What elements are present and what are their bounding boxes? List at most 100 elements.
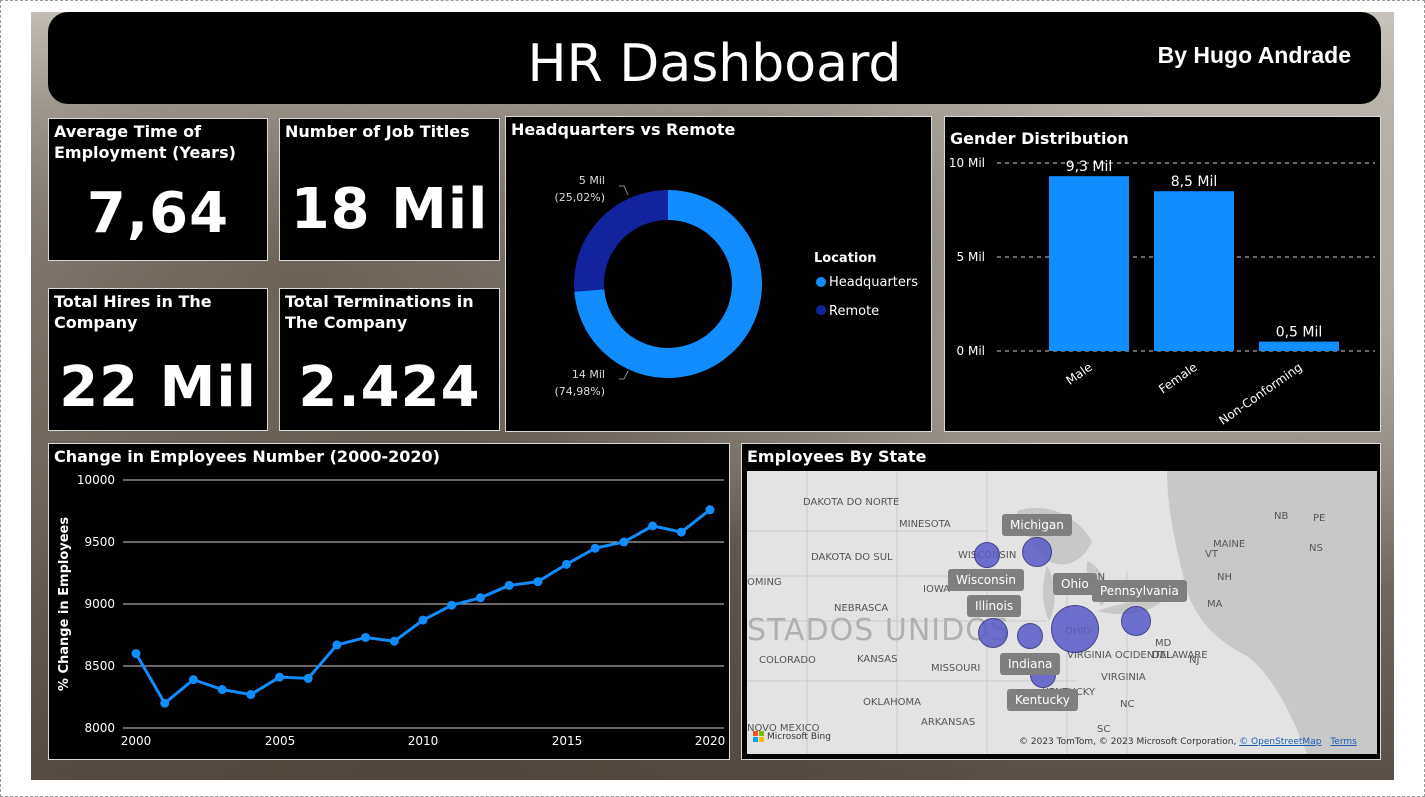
region-label: OMING — [747, 577, 782, 588]
card-total-hires[interactable]: Total Hires in The Company 22 Mil — [48, 288, 268, 431]
region-label: IOWA — [923, 584, 951, 595]
bing-label: Microsoft Bing — [767, 731, 831, 742]
card-label: Total Hires in The Company — [54, 292, 212, 332]
region-label: NC — [1120, 699, 1135, 710]
terms-link[interactable]: Terms — [1330, 737, 1357, 747]
bar-male[interactable] — [1049, 176, 1129, 351]
data-point[interactable] — [246, 690, 256, 700]
y-tick-label: 5 Mil — [957, 250, 985, 264]
x-tick-label: Male — [1063, 360, 1094, 388]
data-point[interactable] — [160, 698, 170, 708]
data-point[interactable] — [361, 632, 371, 642]
author-label: By Hugo Andrade — [1157, 42, 1351, 68]
region-label: MISSOURI — [931, 663, 981, 674]
card-label: Average Time of Employment (Years) — [54, 122, 236, 162]
region-label: NH — [1217, 572, 1232, 583]
x-tick-label: 2015 — [552, 734, 583, 748]
callout-wisconsin: Wisconsin — [948, 569, 1024, 591]
data-point[interactable] — [188, 675, 198, 685]
callout-illinois: Illinois — [967, 595, 1022, 617]
data-point[interactable] — [275, 672, 284, 682]
bing-logo: Microsoft Bing — [753, 731, 831, 742]
gender-chart: 9,3 Mil Male 8,5 Mil Female 0,5 Mil Non-Confo… — [949, 156, 1375, 428]
x-tick-label: 2005 — [265, 734, 296, 748]
data-point[interactable] — [676, 527, 686, 537]
region-label: ARKANSAS — [921, 717, 976, 728]
x-tick-label: Female — [1156, 360, 1200, 396]
x-tick-label: Non-Conforming — [1216, 360, 1304, 428]
gender-panel[interactable]: Gender Distribution 9,3 Mil Male 8,5 Mil Fe… — [944, 116, 1381, 432]
region-label: DELAWARE — [1152, 650, 1208, 661]
region-label: MINESOTA — [899, 519, 951, 530]
legend-item-headquarters[interactable]: Headquarters — [829, 275, 918, 290]
header-bar: HR Dashboard By Hugo Andrade — [48, 12, 1381, 104]
legend-marker-remote — [816, 305, 826, 315]
legend-item-remote[interactable]: Remote — [829, 304, 879, 319]
region-label: COLORADO — [759, 655, 816, 666]
y-axis-label: % Change in Employees — [57, 517, 72, 691]
remote-percent-label: (25,02%) — [554, 191, 605, 204]
data-point[interactable] — [562, 559, 571, 569]
donut-slice-remote[interactable] — [574, 190, 668, 292]
leader-line — [623, 370, 629, 380]
data-point[interactable] — [475, 593, 485, 603]
y-tick-label: 10000 — [77, 473, 115, 487]
bar-female[interactable] — [1154, 191, 1234, 351]
country-label: STADOS UNIDOS — [747, 613, 1010, 648]
card-value: 22 Mil — [59, 355, 257, 420]
bar-data-label: 0,5 Mil — [1276, 325, 1323, 341]
data-point[interactable] — [504, 580, 514, 590]
data-point[interactable] — [303, 673, 313, 683]
remote-data-label: 5 Mil — [579, 174, 605, 187]
y-tick-label: 0 Mil — [957, 344, 985, 358]
data-point[interactable] — [389, 636, 399, 646]
data-point[interactable] — [418, 615, 428, 625]
y-tick-label: 9500 — [84, 535, 115, 549]
data-point[interactable] — [131, 649, 141, 659]
copyright-text: © 2023 TomTom, © 2023 Microsoft Corporat… — [1019, 737, 1237, 747]
legend-marker-headquarters — [816, 277, 826, 287]
x-tick-label: 2000 — [121, 734, 152, 748]
legend-title: Location — [814, 251, 877, 266]
region-label: PE — [1313, 513, 1326, 524]
x-tick-label: 2010 — [408, 734, 439, 748]
callout-michigan: Michigan — [1002, 514, 1072, 536]
map-canvas[interactable]: DAKOTA DO NORTEMINESOTADAKOTA DO SULWISC… — [747, 471, 1377, 754]
callout-ohio: Ohio — [1053, 573, 1097, 595]
card-label: Number of Job Titles — [285, 122, 470, 141]
card-total-terminations[interactable]: Total Terminations in The Company 2.424 — [279, 288, 500, 431]
region-label: NB — [1274, 511, 1289, 522]
hq-percent-label: (74,98%) — [554, 385, 605, 398]
openstreetmap-link[interactable]: © OpenStreetMap — [1239, 737, 1321, 747]
data-point[interactable] — [705, 505, 715, 515]
data-point[interactable] — [332, 640, 342, 650]
data-point[interactable] — [217, 685, 227, 695]
microsoft-logo-icon — [753, 731, 764, 742]
bubble-ohio[interactable] — [1051, 605, 1099, 653]
region-label: NS — [1309, 543, 1323, 554]
atlantic-ocean — [1167, 471, 1377, 754]
callout-pennsylvania: Pennsylvania — [1092, 580, 1187, 602]
region-label: VT — [1205, 549, 1218, 560]
bar-non-conforming[interactable] — [1259, 341, 1339, 351]
map-title: Employees By State — [747, 447, 927, 466]
donut-panel[interactable]: Headquarters vs Remote 5 Mil (25,02%) 14… — [505, 116, 932, 432]
hq-data-label: 14 Mil — [572, 368, 605, 381]
data-point[interactable] — [447, 600, 457, 610]
leader-line — [623, 185, 629, 196]
y-tick-label: 9000 — [84, 597, 115, 611]
card-average-time[interactable]: Average Time of Employment (Years) 7,64 — [48, 118, 268, 261]
y-tick-label: 10 Mil — [949, 156, 985, 170]
card-value: 2.424 — [298, 355, 481, 420]
data-point[interactable] — [619, 537, 629, 547]
data-point[interactable] — [533, 577, 543, 587]
card-value: 7,64 — [86, 181, 230, 246]
region-label: DAKOTA DO SUL — [811, 552, 893, 563]
bar-data-label: 8,5 Mil — [1171, 174, 1218, 190]
line-panel[interactable]: Change in Employees Number (2000-2020) 1… — [48, 443, 730, 760]
card-value: 18 Mil — [290, 177, 489, 242]
card-job-titles[interactable]: Number of Job Titles 18 Mil — [279, 118, 500, 261]
y-tick-label: 8000 — [84, 721, 115, 735]
data-point[interactable] — [648, 521, 658, 531]
data-point[interactable] — [590, 543, 600, 553]
